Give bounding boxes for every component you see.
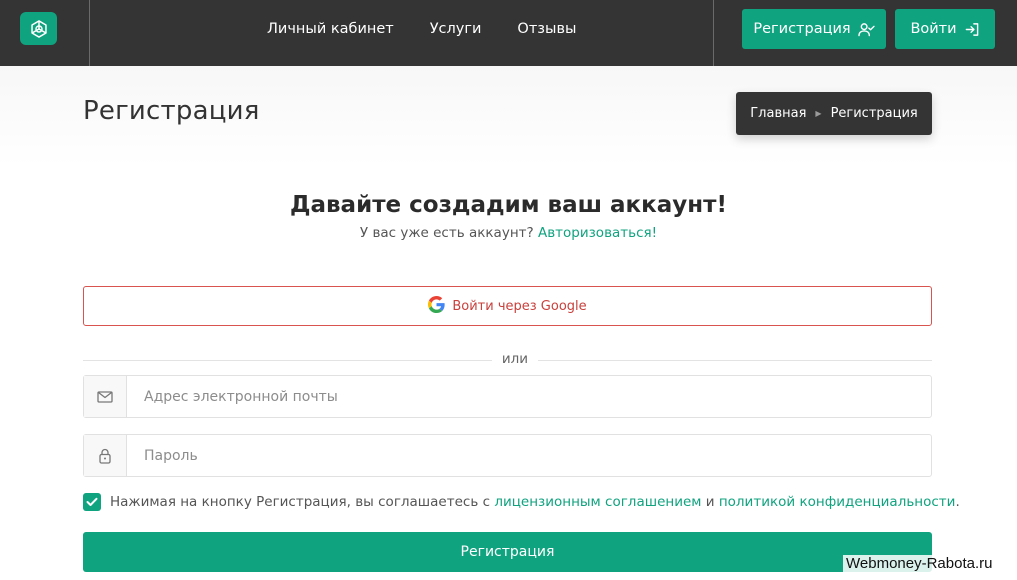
user-check-icon <box>857 22 875 37</box>
have-account-text: У вас уже есть аккаунт? Авторизоваться! <box>0 225 1017 241</box>
submit-label: Регистрация <box>460 544 555 560</box>
breadcrumb-current: Регистрация <box>830 106 918 121</box>
chevron-right-icon: ▶ <box>815 109 822 118</box>
email-input[interactable] <box>127 376 931 417</box>
terms-prefix: Нажимая на кнопку Регистрация, вы соглаш… <box>110 494 491 510</box>
header-divider <box>713 0 714 66</box>
google-icon <box>428 295 445 317</box>
header-login-button[interactable]: Войти <box>895 9 995 49</box>
privacy-policy-link[interactable]: политикой конфиденциальности <box>719 494 956 510</box>
main-nav: Личный кабинет Услуги Отзывы <box>267 0 576 58</box>
login-arrow-icon <box>964 22 980 37</box>
license-agreement-link[interactable]: лицензионным соглашением <box>494 494 701 510</box>
login-link[interactable]: Авторизоваться! <box>538 225 657 241</box>
envelope-icon <box>84 376 127 417</box>
top-navbar: Личный кабинет Услуги Отзывы Регистрация… <box>0 0 1017 66</box>
login-button-label: Войти <box>910 21 957 37</box>
nav-item-reviews[interactable]: Отзывы <box>517 21 576 37</box>
header-register-button[interactable]: Регистрация <box>742 9 886 49</box>
nav-item-services[interactable]: Услуги <box>430 21 482 37</box>
password-input[interactable] <box>127 435 931 476</box>
checkmark-icon <box>86 497 98 506</box>
terms-text: Нажимая на кнопку Регистрация, вы соглаш… <box>110 494 960 510</box>
google-button-label: Войти через Google <box>452 298 587 314</box>
or-separator: или <box>492 351 538 367</box>
have-account-label: У вас уже есть аккаунт? <box>359 225 534 241</box>
form-heading: Давайте создадим ваш аккаунт! <box>290 192 727 218</box>
lock-icon <box>84 435 127 476</box>
terms-end: . <box>955 494 960 510</box>
email-field <box>83 375 932 418</box>
password-field <box>83 434 932 477</box>
breadcrumb: Главная ▶ Регистрация <box>736 92 932 135</box>
register-submit-button[interactable]: Регистрация <box>83 532 932 572</box>
header-divider <box>89 0 90 66</box>
chatgpt-logo-icon[interactable] <box>20 12 57 45</box>
breadcrumb-home[interactable]: Главная <box>750 106 806 121</box>
nav-item-account[interactable]: Личный кабинет <box>267 21 394 37</box>
register-button-label: Регистрация <box>753 21 851 37</box>
terms-checkbox[interactable] <box>83 493 101 511</box>
terms-and: и <box>705 494 715 510</box>
google-signin-button[interactable]: Войти через Google <box>83 286 932 326</box>
watermark-text: Webmoney-Rabota.ru <box>843 555 996 572</box>
page-title: Регистрация <box>83 96 260 126</box>
